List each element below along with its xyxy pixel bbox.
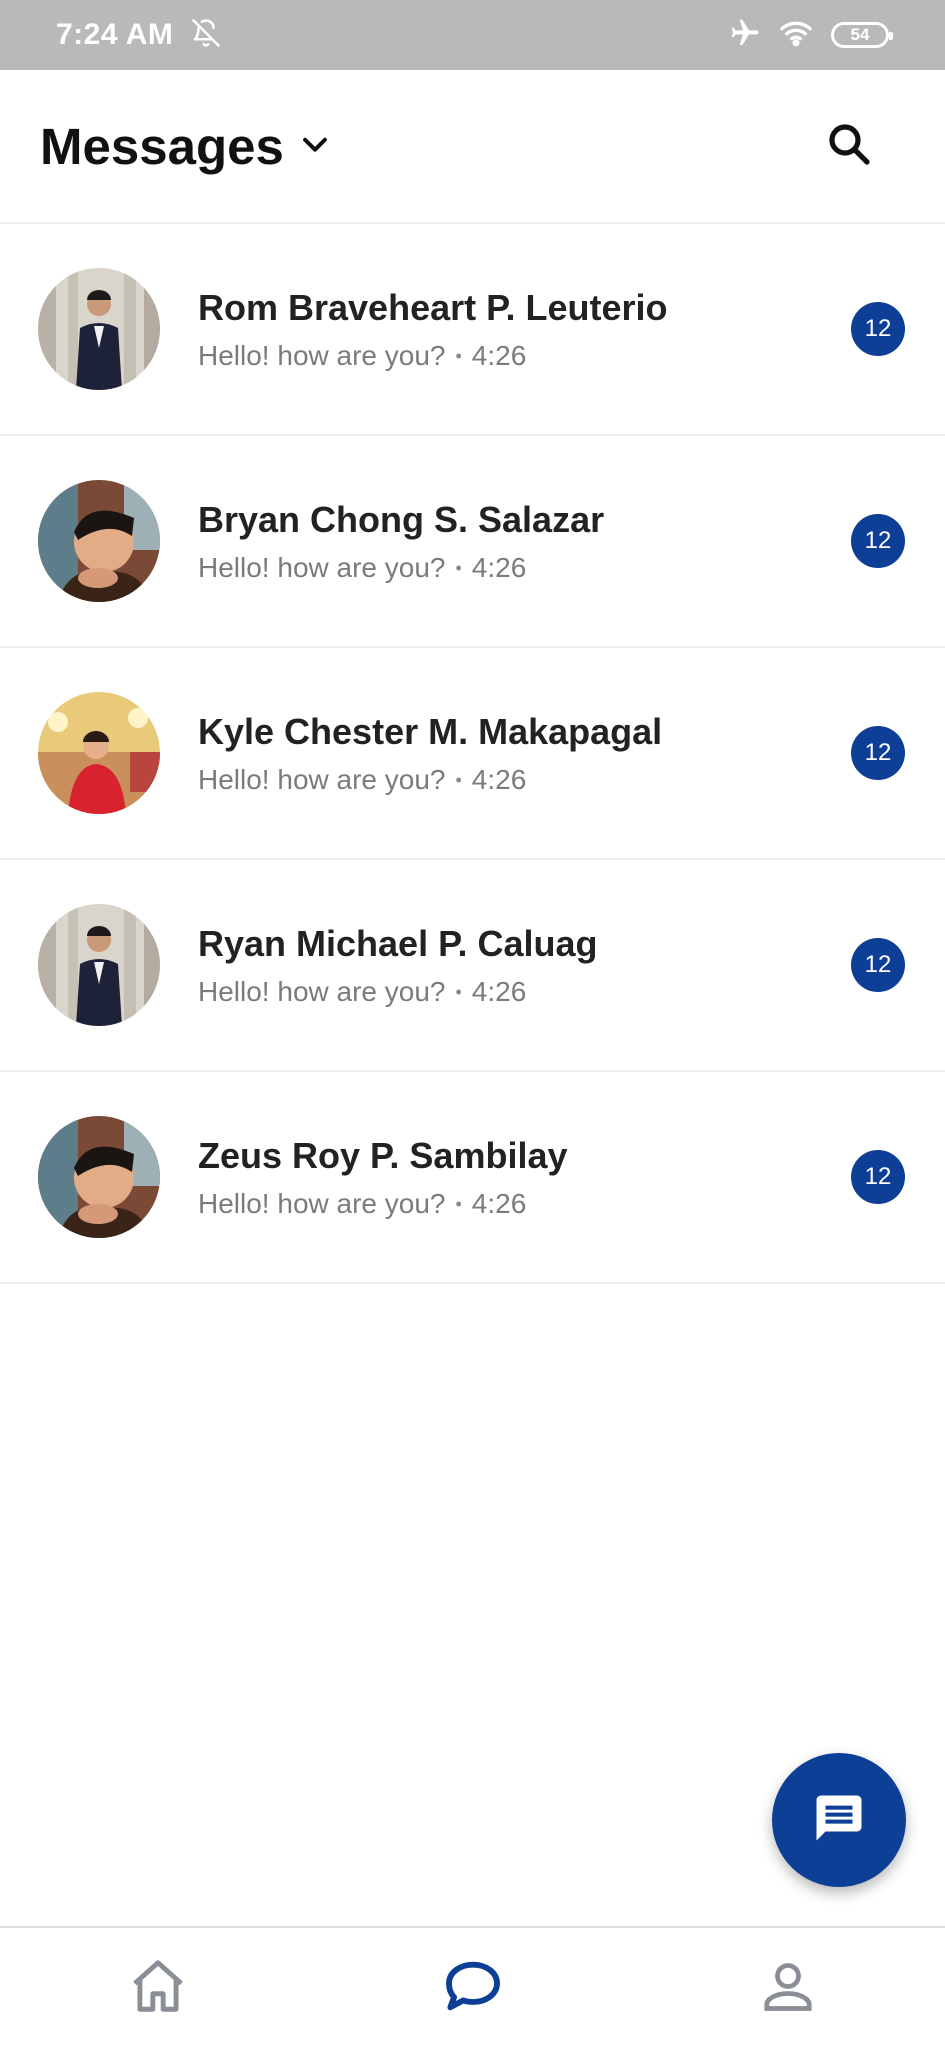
avatar <box>38 480 160 602</box>
new-message-button[interactable] <box>772 1753 906 1887</box>
conversation-text: Zeus Roy P. Sambilay Hello! how are you?… <box>198 1134 851 1220</box>
nav-home[interactable] <box>98 1938 218 2038</box>
conversation-row[interactable]: Kyle Chester M. Makapagal Hello! how are… <box>0 648 945 860</box>
contact-name: Zeus Roy P. Sambilay <box>198 1135 568 1176</box>
nav-messages[interactable] <box>413 1938 533 2038</box>
conversation-row[interactable]: Zeus Roy P. Sambilay Hello! how are you?… <box>0 1072 945 1284</box>
conversation-row[interactable]: Bryan Chong S. Salazar Hello! how are yo… <box>0 436 945 648</box>
home-icon <box>127 1955 189 2022</box>
message-preview-line: Hello! how are you? • 4:26 <box>198 552 851 584</box>
message-time: 4:26 <box>471 340 527 371</box>
message-preview: Hello! how are you? <box>198 552 446 583</box>
separator-dot: • <box>455 769 462 790</box>
bell-off-icon <box>191 18 221 53</box>
message-preview: Hello! how are you? <box>198 1188 446 1219</box>
messages-dropdown[interactable]: Messages <box>40 117 332 176</box>
search-icon <box>825 120 873 173</box>
unread-badge: 12 <box>851 726 905 780</box>
separator-dot: • <box>455 345 462 366</box>
message-preview-line: Hello! how are you? • 4:26 <box>198 764 851 796</box>
message-preview-line: Hello! how are you? • 4:26 <box>198 340 851 372</box>
unread-badge: 12 <box>851 938 905 992</box>
avatar <box>38 268 160 390</box>
contact-name: Rom Braveheart P. Leuterio <box>198 287 668 328</box>
avatar <box>38 904 160 1026</box>
message-icon <box>812 1791 866 1850</box>
unread-badge: 12 <box>851 302 905 356</box>
status-time: 7:24 AM <box>56 18 174 51</box>
page-title: Messages <box>40 117 284 175</box>
avatar <box>38 692 160 814</box>
chevron-down-icon <box>298 127 332 166</box>
message-preview: Hello! how are you? <box>198 976 446 1007</box>
battery-level: 54 <box>850 25 870 44</box>
message-time: 4:26 <box>471 552 527 583</box>
separator-dot: • <box>455 981 462 1002</box>
message-preview: Hello! how are you? <box>198 764 446 795</box>
nav-profile[interactable] <box>728 1938 848 2038</box>
conversation-text: Rom Braveheart P. Leuterio Hello! how ar… <box>198 286 851 372</box>
conversation-row[interactable]: Rom Braveheart P. Leuterio Hello! how ar… <box>0 224 945 436</box>
contact-name: Ryan Michael P. Caluag <box>198 923 598 964</box>
unread-badge: 12 <box>851 514 905 568</box>
status-left: 7:24 AM <box>56 18 221 53</box>
contact-name: Bryan Chong S. Salazar <box>198 499 605 540</box>
contact-name: Kyle Chester M. Makapagal <box>198 711 663 752</box>
message-preview-line: Hello! how are you? • 4:26 <box>198 1188 851 1220</box>
message-preview: Hello! how are you? <box>198 340 446 371</box>
header: Messages <box>0 70 945 224</box>
message-time: 4:26 <box>471 1188 527 1219</box>
conversation-row[interactable]: Ryan Michael P. Caluag Hello! how are yo… <box>0 860 945 1072</box>
status-right: 54 <box>729 17 893 54</box>
battery-indicator: 54 <box>831 22 893 48</box>
profile-icon <box>758 1956 818 2021</box>
unread-badge: 12 <box>851 1150 905 1204</box>
chat-icon <box>441 1954 505 2023</box>
bottom-nav <box>0 1926 945 2048</box>
conversation-text: Bryan Chong S. Salazar Hello! how are yo… <box>198 498 851 584</box>
status-bar: 7:24 AM 54 <box>0 0 945 70</box>
wifi-icon <box>779 18 813 53</box>
conversation-text: Ryan Michael P. Caluag Hello! how are yo… <box>198 922 851 1008</box>
avatar <box>38 1116 160 1238</box>
conversation-list: Rom Braveheart P. Leuterio Hello! how ar… <box>0 224 945 1284</box>
separator-dot: • <box>455 1193 462 1214</box>
message-time: 4:26 <box>471 976 527 1007</box>
conversation-text: Kyle Chester M. Makapagal Hello! how are… <box>198 710 851 796</box>
message-preview-line: Hello! how are you? • 4:26 <box>198 976 851 1008</box>
message-time: 4:26 <box>471 764 527 795</box>
airplane-icon <box>729 17 761 54</box>
search-button[interactable] <box>817 114 881 178</box>
separator-dot: • <box>455 557 462 578</box>
